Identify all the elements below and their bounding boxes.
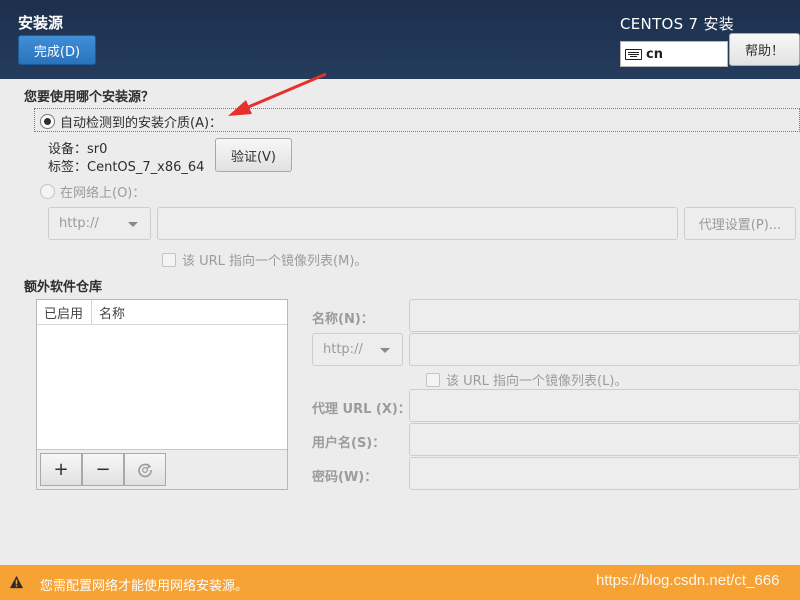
repo-protocol-value: http:// (323, 342, 363, 357)
refresh-icon (138, 462, 152, 477)
keyboard-icon (625, 48, 642, 60)
done-button[interactable]: 完成(D) (18, 35, 96, 65)
tag-info: 标签：CentOS_7_x86_64 (48, 160, 205, 175)
proxy-url-label: 代理 URL (X)： (312, 402, 411, 417)
help-button[interactable]: 帮助！ (729, 33, 800, 66)
repo-mirror-list-label: 该 URL 指向一个镜像列表(L)。 (446, 374, 628, 389)
repo-protocol-select[interactable]: http:// (312, 333, 403, 366)
auto-detect-label: 自动检测到的安装介质(A)： (60, 116, 223, 131)
proxy-url-input[interactable] (409, 389, 800, 422)
proxy-settings-button[interactable]: 代理设置(P)... (684, 207, 796, 240)
network-label: 在网络上(O)： (60, 186, 146, 201)
repo-mirror-list-checkbox[interactable]: 该 URL 指向一个镜像列表(L)。 (426, 370, 627, 389)
network-url-input[interactable] (157, 207, 678, 240)
mirror-list-label: 该 URL 指向一个镜像列表(M)。 (182, 254, 368, 269)
repo-list[interactable]: 已启用 名称 + − (36, 299, 288, 490)
product-title: CENTOS 7 安装 (620, 15, 735, 33)
repo-name-input[interactable] (409, 299, 800, 332)
chevron-down-icon (128, 221, 138, 227)
repo-url-input[interactable] (409, 333, 800, 366)
username-input[interactable] (409, 423, 800, 456)
password-input[interactable] (409, 457, 800, 490)
mirror-list-checkbox[interactable]: 该 URL 指向一个镜像列表(M)。 (162, 250, 367, 269)
source-question: 您要使用哪个安装源？ (24, 90, 155, 105)
spoke-title: 安装源 (18, 14, 64, 32)
column-name[interactable]: 名称 (92, 300, 125, 324)
protocol-select[interactable]: http:// (48, 207, 151, 240)
repo-name-label: 名称(N)： (312, 312, 374, 327)
reset-repo-button[interactable] (124, 453, 166, 486)
watermark-text: https://blog.csdn.net/ct_666 (596, 572, 780, 589)
header-bar: 安装源 完成(D) CENTOS 7 安装 cn 帮助！ (0, 0, 800, 79)
warning-icon (9, 575, 24, 589)
repos-section-title: 额外软件仓库 (24, 280, 103, 295)
radio-unchecked-icon (40, 184, 55, 199)
add-repo-button[interactable]: + (40, 453, 82, 486)
auto-detect-radio[interactable]: 自动检测到的安装介质(A)： (40, 112, 222, 131)
verify-button[interactable]: 验证(V) (215, 138, 292, 172)
warning-message: 您需配置网络才能使用网络安装源。 (40, 579, 249, 594)
username-label: 用户名(S)： (312, 436, 386, 451)
column-enabled[interactable]: 已启用 (37, 300, 92, 324)
password-label: 密码(W)： (312, 470, 378, 485)
radio-checked-icon (40, 114, 55, 129)
remove-repo-button[interactable]: − (82, 453, 124, 486)
network-radio[interactable]: 在网络上(O)： (40, 182, 145, 201)
repo-toolbar: + − (37, 449, 287, 489)
repo-list-header: 已启用 名称 (37, 300, 287, 325)
checkbox-icon (426, 372, 440, 387)
checkbox-icon (162, 252, 176, 267)
device-info: 设备：sr0 (48, 142, 108, 157)
chevron-down-icon (380, 347, 390, 353)
protocol-value: http:// (59, 216, 99, 231)
keyboard-layout-indicator[interactable]: cn (620, 41, 728, 67)
keyboard-layout-label: cn (646, 46, 663, 62)
